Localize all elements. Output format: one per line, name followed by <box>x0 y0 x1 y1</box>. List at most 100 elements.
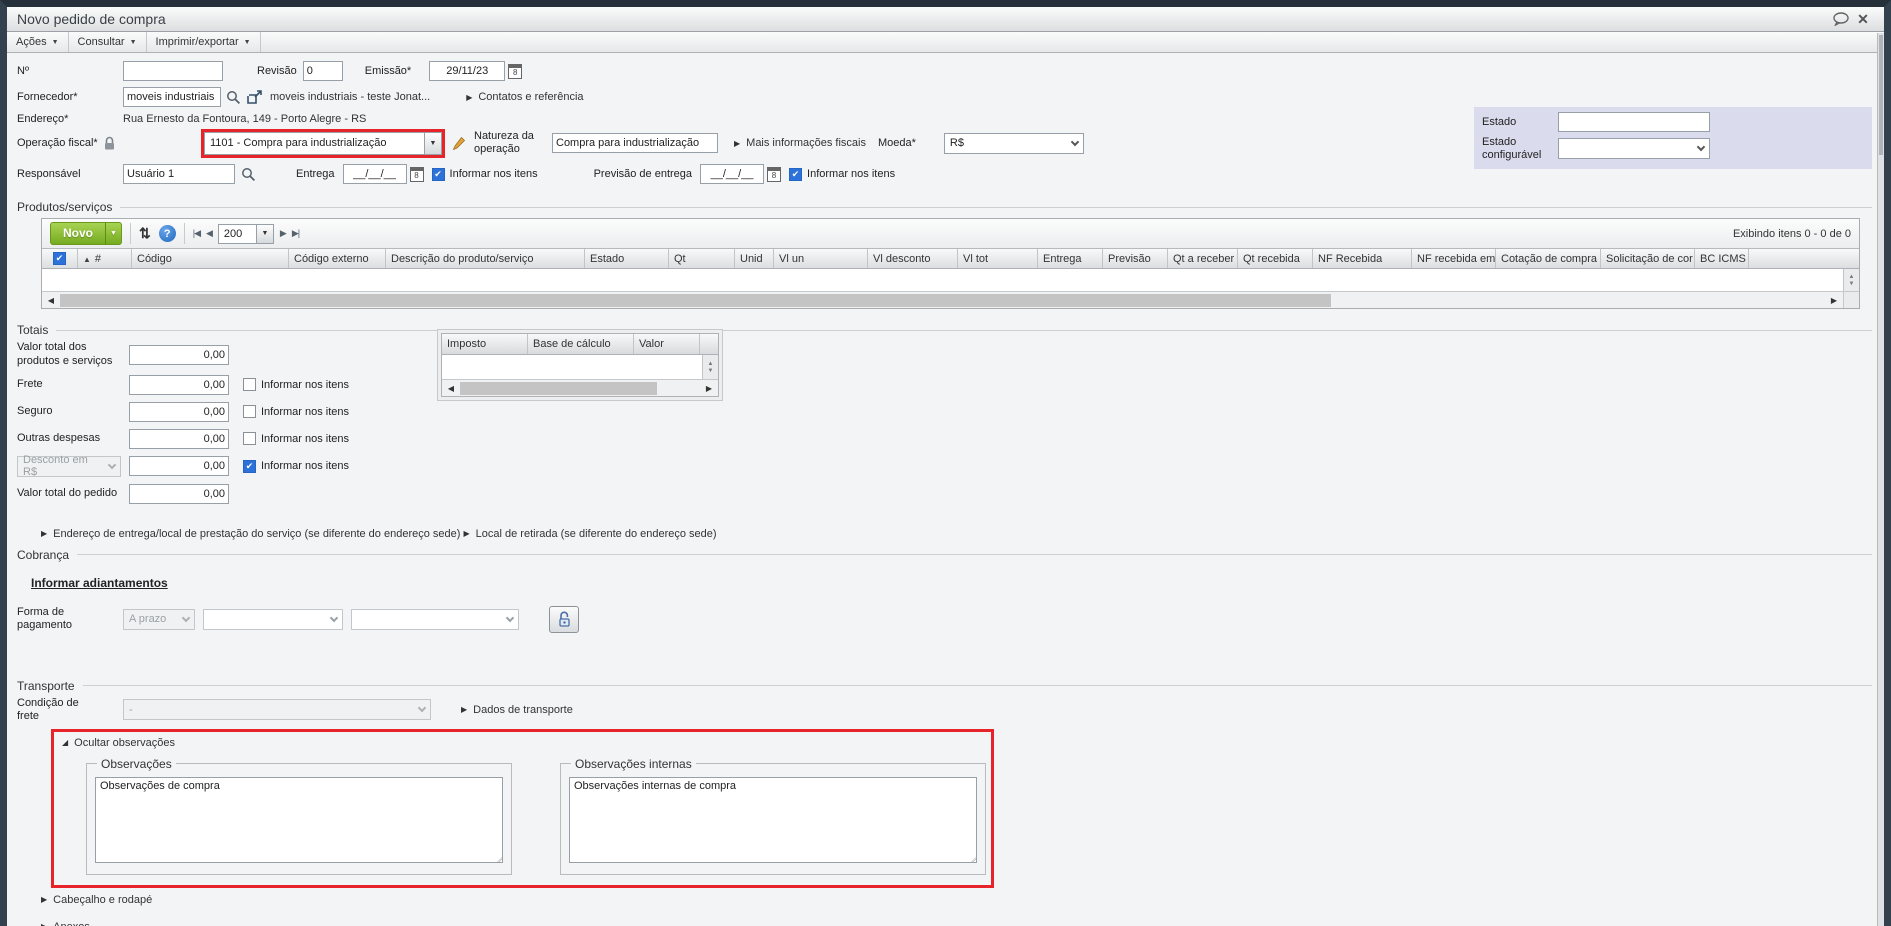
column-header-bc-icms[interactable]: BC ICMS <box>1695 249 1749 269</box>
desconto-informar-checkbox[interactable] <box>243 459 256 473</box>
entrega-date-input[interactable] <box>342 164 407 185</box>
vertical-spinner[interactable]: ▲ ▼ <box>702 355 718 380</box>
column-header-unid[interactable]: Unid <box>735 249 774 269</box>
scroll-thumb[interactable] <box>460 381 657 395</box>
column-header-num[interactable]: ▲ # <box>78 249 132 269</box>
chat-bubble-icon[interactable] <box>1830 10 1852 28</box>
outras-informar-checkbox[interactable] <box>243 432 256 446</box>
close-icon[interactable]: ✕ <box>1852 10 1874 28</box>
seguro-input[interactable] <box>129 401 229 422</box>
cabecalho-rodape-toggle[interactable]: ▶ Cabeçalho e rodapé <box>41 894 1884 906</box>
endereco-entrega-toggle[interactable]: ▶ Endereço de entrega/local de prestação… <box>41 528 460 540</box>
search-icon[interactable] <box>226 90 241 105</box>
menu-consultar[interactable]: Consultar ▼ <box>69 32 147 52</box>
forma-pagamento-tipo-select[interactable]: A prazo <box>123 608 195 630</box>
page-size-select[interactable]: 200 ▼ <box>217 223 274 244</box>
seguro-informar-checkbox[interactable] <box>243 405 256 419</box>
column-header-nf-recebida-emis[interactable]: NF recebida emis <box>1412 249 1496 269</box>
observacoes-textarea[interactable]: Observações de compra <box>95 776 503 863</box>
emissao-input[interactable] <box>429 61 506 81</box>
numero-input[interactable] <box>123 61 223 81</box>
tax-column-imposto[interactable]: Imposto <box>442 334 528 355</box>
mais-informacoes-fiscais-toggle[interactable]: ▶ Mais informações fiscais <box>734 137 866 149</box>
first-page-icon[interactable]: |◀ <box>193 228 201 239</box>
observacoes-title: Observações <box>101 756 172 771</box>
window-vertical-scrollbar[interactable] <box>1877 33 1884 926</box>
forma-pagamento-select-2[interactable] <box>203 608 343 630</box>
previsao-entrega-date-input[interactable] <box>700 164 765 185</box>
scroll-left-icon[interactable]: ◀ <box>442 384 460 393</box>
search-icon[interactable] <box>241 167 256 182</box>
fornecedor-input[interactable] <box>123 87 221 107</box>
scroll-left-icon[interactable]: ◀ <box>42 296 60 305</box>
contatos-referencia-toggle[interactable]: ▶ Contatos e referência <box>466 91 583 103</box>
tax-column-valor[interactable]: Valor <box>634 334 700 355</box>
desconto-tipo-select[interactable]: Desconto em R$ <box>17 454 121 478</box>
novo-button[interactable]: Novo ▼ <box>50 222 122 246</box>
unlock-payment-button[interactable] <box>549 605 579 633</box>
calendar-icon[interactable]: 8 <box>508 63 523 79</box>
vertical-spinner[interactable]: ▲ ▼ <box>1843 269 1859 292</box>
natureza-operacao-input[interactable] <box>552 133 718 154</box>
scroll-thumb[interactable] <box>60 293 1331 307</box>
fornecedor-display-link[interactable]: moveis industriais - teste Jonat... <box>270 91 430 103</box>
ocultar-observacoes-toggle[interactable]: ◢ Ocultar observações <box>62 737 175 749</box>
previsao-informar-checkbox[interactable] <box>789 167 803 181</box>
column-header-estado[interactable]: Estado <box>585 249 669 269</box>
outras-despesas-input[interactable] <box>129 428 229 449</box>
column-header-qt-recebida[interactable]: Qt recebida <box>1238 249 1313 269</box>
column-header-qt-a-receber[interactable]: Qt a receber <box>1168 249 1238 269</box>
next-page-icon[interactable]: ▶ <box>280 228 287 239</box>
chevron-down-icon[interactable]: ▼ <box>105 223 121 245</box>
valor-total-produtos-input[interactable] <box>129 344 229 365</box>
column-header-previsao[interactable]: Previsão <box>1103 249 1168 269</box>
refresh-icon[interactable]: ⇅ <box>139 225 151 242</box>
valor-total-pedido-input[interactable] <box>129 483 229 504</box>
select-all-checkbox[interactable] <box>53 252 66 266</box>
column-header-vl-un[interactable]: Vl un <box>774 249 868 269</box>
menu-acoes[interactable]: Ações ▼ <box>7 32 69 52</box>
frete-input[interactable] <box>129 374 229 395</box>
desconto-input[interactable] <box>129 456 229 477</box>
observacoes-internas-textarea[interactable]: Observações internas de compra <box>569 776 977 863</box>
external-link-icon[interactable] <box>247 89 263 105</box>
tax-column-base-calculo[interactable]: Base de cálculo <box>528 334 634 355</box>
column-header-codigo-externo[interactable]: Código externo <box>289 249 386 269</box>
local-retirada-toggle[interactable]: ▶ Local de retirada (se diferente do end… <box>463 528 716 540</box>
informar-adiantamentos-link[interactable]: Informar adiantamentos <box>31 576 168 590</box>
entrega-informar-checkbox[interactable] <box>431 167 445 181</box>
tax-horizontal-scrollbar[interactable]: ◀ ▶ <box>442 379 718 397</box>
column-header-vl-desconto[interactable]: Vl desconto <box>868 249 958 269</box>
scroll-right-icon[interactable]: ▶ <box>1825 296 1843 305</box>
column-header-cotacao[interactable]: Cotação de compra <box>1496 249 1601 269</box>
help-icon[interactable]: ? <box>158 225 176 243</box>
frete-informar-checkbox[interactable] <box>243 378 256 392</box>
calendar-icon[interactable]: 8 <box>409 166 424 182</box>
column-header-qt[interactable]: Qt <box>669 249 735 269</box>
column-header-nf-recebida[interactable]: NF Recebida <box>1313 249 1412 269</box>
dados-transporte-toggle[interactable]: ▶ Dados de transporte <box>461 704 573 716</box>
column-header-descricao[interactable]: Descrição do produto/serviço <box>386 249 585 269</box>
operacao-fiscal-select[interactable]: 1101 - Compra para industrialização ▼ <box>201 128 445 158</box>
condicao-frete-select[interactable]: - <box>123 699 431 721</box>
pencil-icon[interactable] <box>452 136 466 151</box>
moeda-select[interactable]: R$ <box>943 132 1084 154</box>
column-header-entrega[interactable]: Entrega <box>1038 249 1103 269</box>
column-header-vl-tot[interactable]: Vl tot <box>958 249 1038 269</box>
responsavel-input[interactable] <box>123 164 235 185</box>
column-header-codigo[interactable]: Código <box>132 249 289 269</box>
column-header-solicitacao[interactable]: Solicitação de cor <box>1601 249 1695 269</box>
revisao-input[interactable] <box>302 61 343 81</box>
estado-configuravel-select[interactable] <box>1558 138 1710 160</box>
menu-imprimir-exportar[interactable]: Imprimir/exportar ▼ <box>147 32 261 52</box>
scroll-thumb[interactable] <box>1879 35 1883 155</box>
scroll-right-icon[interactable]: ▶ <box>700 384 718 393</box>
products-horizontal-scrollbar[interactable]: ◀ ▶ <box>42 291 1859 309</box>
select-all-cell[interactable] <box>42 249 78 269</box>
prev-page-icon[interactable]: ◀ <box>206 228 213 239</box>
forma-pagamento-select-3[interactable] <box>351 608 519 630</box>
anexos-toggle[interactable]: ▶ Anexos <box>41 921 1884 926</box>
estado-input[interactable] <box>1558 112 1710 132</box>
last-page-icon[interactable]: ▶| <box>292 228 300 239</box>
calendar-icon[interactable]: 8 <box>767 166 782 182</box>
